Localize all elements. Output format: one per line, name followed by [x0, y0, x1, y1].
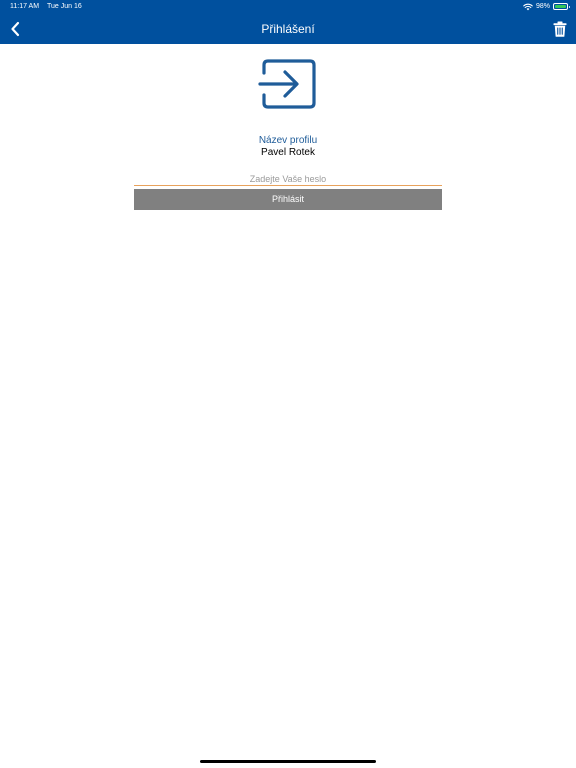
login-arrow-icon — [258, 59, 316, 109]
battery-fill — [555, 5, 566, 8]
battery-nub — [568, 5, 570, 8]
delete-profile-button[interactable] — [552, 19, 568, 39]
battery-icon — [553, 3, 570, 10]
status-time: 11:17 AM — [10, 3, 40, 10]
battery-percent: 98% — [535, 3, 550, 10]
profile-name-label: Název profilu — [258, 135, 318, 146]
status-bar-left: 11:17 AM Tue Jun 16 — [10, 2, 82, 11]
profile-name-value: Pavel Rotek — [261, 147, 315, 158]
status-date: Tue Jun 16 — [47, 3, 82, 10]
password-input[interactable] — [134, 172, 442, 186]
login-button[interactable]: Přihlásit — [134, 189, 442, 210]
home-indicator[interactable] — [200, 760, 376, 763]
navigation-bar: 11:17 AM Tue Jun 16 98% Přihlášení — [0, 0, 576, 44]
trash-icon — [553, 21, 567, 37]
status-bar-right: 98% — [523, 2, 570, 11]
wifi-icon — [523, 3, 533, 10]
page-title: Přihlášení — [261, 22, 315, 36]
